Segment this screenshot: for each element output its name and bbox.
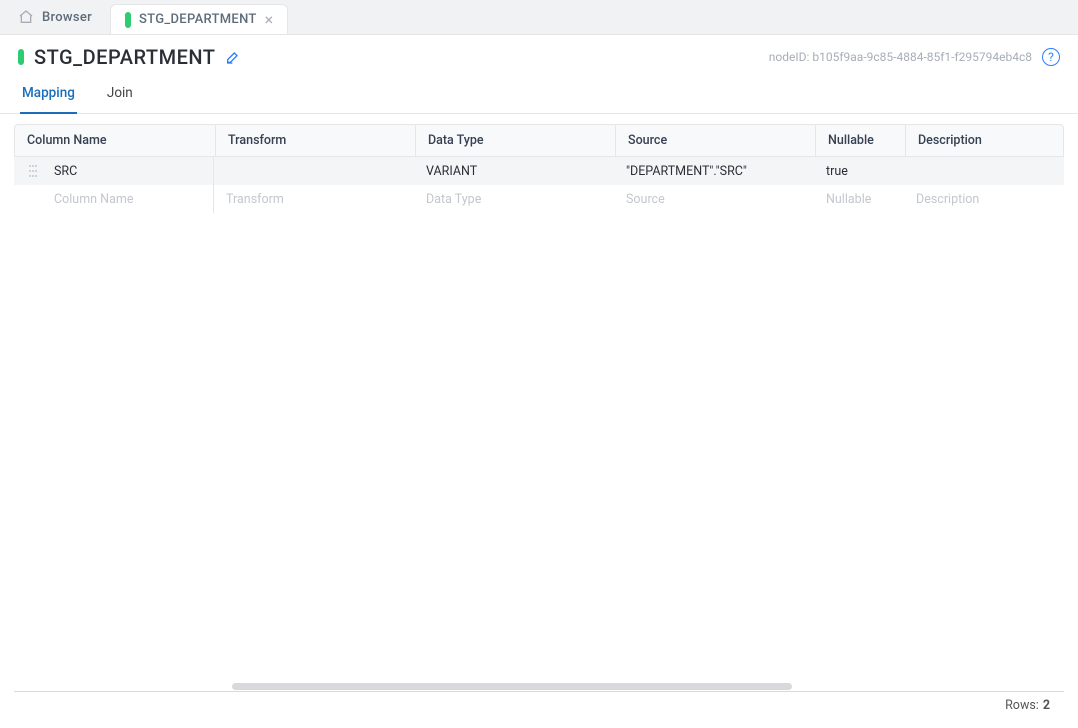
tab-mapping[interactable]: Mapping	[20, 75, 77, 113]
help-icon[interactable]: ?	[1042, 48, 1060, 66]
rows-count: 2	[1043, 698, 1050, 713]
col-header-column-name[interactable]: Column Name	[15, 125, 215, 156]
cell-nullable[interactable]: true	[814, 157, 904, 185]
table-header-row: Column Name Transform Data Type Source N…	[14, 124, 1064, 157]
tab-active-label: STG_DEPARTMENT	[139, 12, 257, 27]
nodeid-label: nodeID:	[769, 50, 810, 64]
col-header-data-type[interactable]: Data Type	[415, 125, 615, 156]
col-header-transform[interactable]: Transform	[215, 125, 415, 156]
tab-mapping-label: Mapping	[22, 85, 75, 101]
tab-bar: Browser STG_DEPARTMENT ×	[0, 0, 1078, 35]
table-body: SRC VARIANT "DEPARTMENT"."SRC" true Colu…	[14, 157, 1064, 682]
edit-title-icon[interactable]	[225, 49, 241, 65]
tab-join[interactable]: Join	[105, 75, 135, 113]
cell-source[interactable]: "DEPARTMENT"."SRC"	[614, 157, 814, 185]
nodeid-display: nodeID: b105f9aa-9c85-4884-85f1-f295794e…	[769, 48, 1060, 66]
home-icon	[18, 9, 34, 25]
node-type-pill-icon	[18, 49, 24, 65]
page-title: STG_DEPARTMENT	[34, 45, 215, 69]
mapping-table-wrap: Column Name Transform Data Type Source N…	[0, 114, 1078, 713]
table-footer: Rows: 2	[14, 692, 1064, 713]
cell-description[interactable]	[904, 157, 1064, 185]
close-icon[interactable]: ×	[265, 12, 274, 28]
col-header-nullable[interactable]: Nullable	[815, 125, 905, 156]
horizontal-scrollbar[interactable]	[14, 682, 1064, 691]
cell-transform[interactable]: Transform	[214, 185, 414, 213]
tab-active[interactable]: STG_DEPARTMENT ×	[110, 4, 288, 34]
title-group: STG_DEPARTMENT	[18, 45, 241, 69]
drag-handle-icon[interactable]	[28, 164, 42, 178]
cell-data-type[interactable]: Data Type	[414, 185, 614, 213]
subtabs: Mapping Join	[0, 75, 1078, 114]
tab-browser-label: Browser	[42, 10, 92, 25]
nodeid-value: b105f9aa-9c85-4884-85f1-f295794eb4c8	[812, 50, 1032, 64]
col-header-description[interactable]: Description	[905, 125, 1063, 156]
cell-column-name: SRC	[54, 164, 77, 179]
cell-nullable[interactable]: Nullable	[814, 185, 904, 213]
cell-column-name: Column Name	[54, 192, 133, 207]
rows-label: Rows:	[1005, 698, 1039, 713]
col-header-source[interactable]: Source	[615, 125, 815, 156]
page-header: STG_DEPARTMENT nodeID: b105f9aa-9c85-488…	[0, 35, 1078, 75]
node-type-pill-icon	[125, 12, 131, 28]
scrollbar-thumb[interactable]	[232, 683, 792, 690]
cell-transform[interactable]	[214, 157, 414, 185]
cell-description[interactable]: Description	[904, 185, 1064, 213]
tab-browser[interactable]: Browser	[4, 0, 106, 34]
cell-data-type[interactable]: VARIANT	[414, 157, 614, 185]
cell-source[interactable]: Source	[614, 185, 814, 213]
table-row-new[interactable]: Column Name Transform Data Type Source N…	[14, 185, 1064, 213]
table-row[interactable]: SRC VARIANT "DEPARTMENT"."SRC" true	[14, 157, 1064, 185]
table-viewport: Column Name Transform Data Type Source N…	[14, 124, 1064, 692]
tab-join-label: Join	[107, 85, 133, 101]
